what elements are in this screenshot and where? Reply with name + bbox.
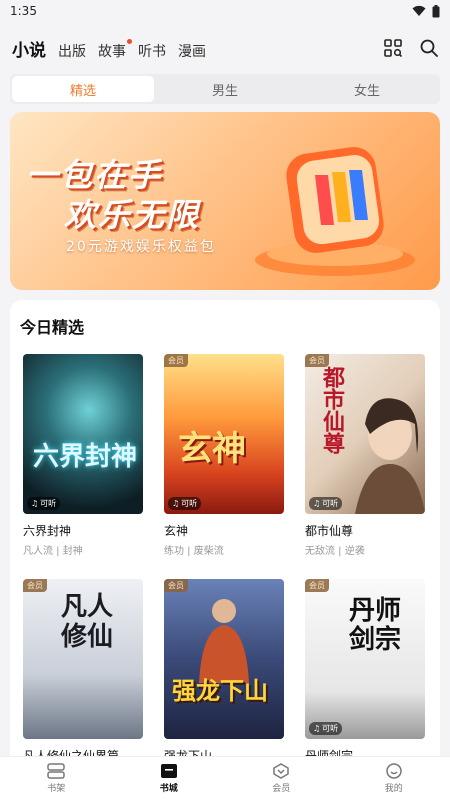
listen-label: 可听 xyxy=(40,499,57,508)
listen-badge: ♫ 可听 xyxy=(309,722,343,735)
channel-segmented-control: 精选 男生 女生 xyxy=(10,74,440,104)
bottom-nav-profile[interactable]: 我的 xyxy=(338,757,450,800)
book-cover: 会员 都市仙尊 ♫ 可听 xyxy=(305,354,425,514)
promo-banner[interactable]: 一包在手 欢乐无限 20元游戏娱乐权益包 xyxy=(10,112,440,290)
segment-featured[interactable]: 精选 xyxy=(12,76,154,102)
cover-title: 凡人修仙 xyxy=(61,592,114,652)
book-title: 六界封神 xyxy=(23,524,72,538)
cover-title: 六界封神 xyxy=(33,442,138,472)
cover-title: 丹师剑宗 xyxy=(349,596,402,655)
tab-audiobook[interactable]: 听书 xyxy=(138,41,166,61)
bookshelf-icon xyxy=(47,763,65,779)
headphones-icon: ♫ xyxy=(172,499,180,508)
bottom-nav-label: 书城 xyxy=(159,784,178,794)
bottom-nav-membership[interactable]: 会员 xyxy=(225,757,338,800)
vip-badge: 会员 xyxy=(164,579,188,592)
scan-icon[interactable] xyxy=(384,39,402,57)
cover-title: 都市仙尊 xyxy=(319,366,344,454)
bottom-nav-label: 我的 xyxy=(384,784,403,794)
book-cover: 会员 玄神 ♫ 可听 xyxy=(164,354,284,514)
bottom-nav-bookstore[interactable]: 书城 xyxy=(113,757,226,800)
status-icons xyxy=(412,4,440,18)
profile-icon xyxy=(386,763,402,779)
book-cover: 会员 凡人修仙 xyxy=(23,579,143,739)
headphones-icon: ♫ xyxy=(313,499,321,508)
nav-actions xyxy=(384,39,438,57)
banner-title-line2: 欢乐无限 xyxy=(64,196,201,234)
book-card[interactable]: 会员 凡人修仙 凡人修仙之仙界篇 xyxy=(23,579,143,767)
tab-comic[interactable]: 漫画 xyxy=(178,41,206,61)
book-title: 都市仙尊 xyxy=(305,524,354,538)
bottom-nav-bookshelf[interactable]: 书架 xyxy=(0,757,113,800)
vip-badge: 会员 xyxy=(23,579,47,592)
category-tabs: 小说 出版 故事 听书 漫画 xyxy=(12,36,384,61)
listen-label: 可听 xyxy=(181,499,198,508)
wifi-icon xyxy=(412,5,426,16)
banner-subtitle: 20元游戏娱乐权益包 xyxy=(66,239,216,255)
section-title: 今日精选 xyxy=(20,318,85,337)
vip-diamond-icon xyxy=(273,763,289,779)
book-tags: 无敌流 | 逆袭 xyxy=(305,546,365,557)
book-title: 玄神 xyxy=(164,524,189,538)
book-card[interactable]: 会员 玄神 ♫ 可听 玄神 练功 | 废柴流 xyxy=(164,354,284,557)
bottom-nav-label: 书架 xyxy=(47,784,66,794)
tab-story-label: 故事 xyxy=(98,43,126,60)
listen-badge: ♫ 可听 xyxy=(168,497,202,510)
search-icon[interactable] xyxy=(420,39,438,57)
headphones-icon: ♫ xyxy=(31,499,39,508)
gift-pack-illustration xyxy=(255,147,415,276)
tab-novel[interactable]: 小说 xyxy=(12,36,46,61)
tab-publish[interactable]: 出版 xyxy=(58,41,86,61)
book-grid: 六界封神 ♫ 可听 六界封神 凡人流 | 封神 会员 玄神 ♫ 可听 玄神 练功 |… xyxy=(20,354,430,767)
tab-story[interactable]: 故事 xyxy=(98,38,132,61)
character-figure xyxy=(199,599,249,683)
battery-icon xyxy=(432,4,440,17)
book-cover: 会员 丹师剑宗 ♫ 可听 xyxy=(305,579,425,739)
book-card[interactable]: 会员 丹师剑宗 ♫可听 丹师剑宗 xyxy=(305,579,425,767)
vip-badge: 会员 xyxy=(305,579,329,592)
bottom-nav-label: 会员 xyxy=(272,784,291,794)
new-dot-badge xyxy=(127,38,132,44)
segment-female[interactable]: 女生 xyxy=(296,76,438,102)
book-cover: 六界封神 ♫ 可听 xyxy=(23,354,143,514)
book-tags: 练功 | 废柴流 xyxy=(164,546,224,557)
bottom-nav: 书架 书城 会员 我的 xyxy=(0,756,450,800)
cover-title: 强龙下山 xyxy=(172,677,268,705)
headphones-icon: ♫ xyxy=(313,724,321,733)
character-portrait xyxy=(355,398,425,514)
book-card[interactable]: 六界封神 ♫ 可听 六界封神 凡人流 | 封神 xyxy=(23,354,143,557)
top-nav: 小说 出版 故事 听书 漫画 xyxy=(0,22,450,74)
book-card[interactable]: 会员 强龙下山 强龙下山 xyxy=(164,579,284,767)
book-card[interactable]: 会员 都市仙尊 ♫ 可听 都市仙尊 无敌流 | 逆袭 xyxy=(305,354,425,557)
listen-label: 可听 xyxy=(322,499,339,508)
book-cover: 会员 强龙下山 xyxy=(164,579,284,739)
status-time: 1:35 xyxy=(10,4,37,18)
listen-label: 可听 xyxy=(322,724,339,733)
listen-badge: ♫ 可听 xyxy=(309,497,343,510)
bookstore-icon xyxy=(160,764,177,778)
book-tags: 凡人流 | 封神 xyxy=(23,546,83,557)
listen-badge: ♫ 可听 xyxy=(27,497,61,510)
segment-male[interactable]: 男生 xyxy=(154,76,296,102)
status-bar: 1:35 xyxy=(0,0,450,22)
cover-title: 玄神 xyxy=(178,429,246,469)
vip-badge: 会员 xyxy=(164,354,188,367)
today-picks-panel: 今日精选 六界封神 ♫ 可听 六界封神 凡人流 | 封神 会员 玄神 ♫ 可听 玄神… xyxy=(10,300,440,770)
